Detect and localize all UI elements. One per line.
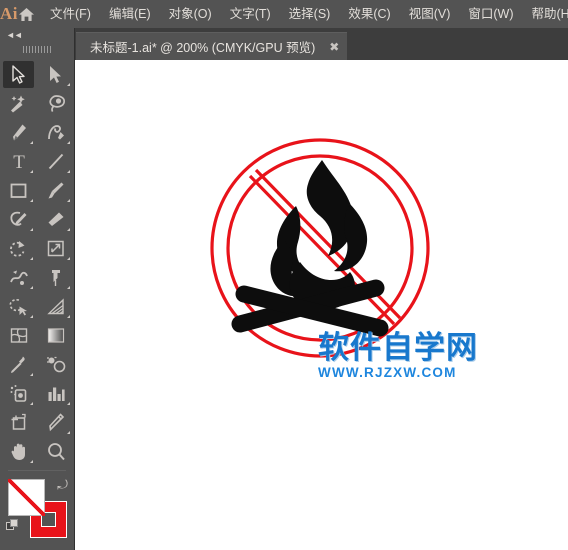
artboard-canvas[interactable]: 软件自学网 WWW.RJZXW.COM (76, 60, 568, 550)
slice-tool[interactable] (37, 408, 74, 437)
no-campfire-sign[interactable] (204, 128, 444, 378)
eyedropper-tool[interactable] (0, 350, 37, 379)
collapse-panel-icon[interactable]: ◄◄ (0, 28, 74, 42)
symbol-sprayer-tool[interactable] (0, 379, 37, 408)
gradient-tool[interactable] (37, 321, 74, 350)
eraser-tool[interactable] (37, 205, 74, 234)
blend-tool[interactable] (37, 350, 74, 379)
pen-tool[interactable] (0, 118, 37, 147)
panel-grip-handle[interactable] (0, 42, 74, 56)
shape-builder-tool[interactable] (0, 292, 37, 321)
shaper-tool[interactable] (0, 205, 37, 234)
swap-fill-stroke-icon[interactable]: ⤾ (57, 477, 68, 493)
svg-text:T: T (13, 152, 25, 171)
rotate-tool[interactable] (0, 234, 37, 263)
menu-select[interactable]: 选择(S) (280, 0, 340, 28)
artboard-tool[interactable] (0, 408, 37, 437)
menu-object[interactable]: 对象(O) (160, 0, 221, 28)
document-tab-bar: 未标题-1.ai* @ 200% (CMYK/GPU 预览) ✖ (0, 28, 568, 60)
menu-help[interactable]: 帮助(H (523, 0, 568, 28)
document-tab[interactable]: 未标题-1.ai* @ 200% (CMYK/GPU 预览) ✖ (76, 32, 348, 60)
tools-panel: ◄◄ T ⤾ (0, 28, 75, 550)
scale-tool[interactable] (37, 234, 74, 263)
home-icon[interactable] (18, 0, 35, 28)
type-tool[interactable]: T (0, 147, 37, 176)
line-segment-tool[interactable] (37, 147, 74, 176)
perspective-grid-tool[interactable] (37, 292, 74, 321)
paintbrush-tool[interactable] (37, 176, 74, 205)
menu-edit[interactable]: 编辑(E) (100, 0, 160, 28)
fill-stroke-swatches: ⤾ (0, 475, 74, 550)
width-tool[interactable] (0, 263, 37, 292)
menu-type[interactable]: 文字(T) (221, 0, 280, 28)
direct-selection-tool[interactable] (37, 60, 74, 89)
selection-tool[interactable] (0, 60, 37, 89)
rectangle-tool[interactable] (0, 176, 37, 205)
column-graph-tool[interactable] (37, 379, 74, 408)
mesh-tool[interactable] (0, 321, 37, 350)
default-fill-stroke-icon[interactable] (6, 519, 19, 532)
app-logo: Ai (0, 4, 18, 23)
menu-view[interactable]: 视图(V) (400, 0, 460, 28)
illustrator-window: Ai 文件(F) 编辑(E) 对象(O) 文字(T) 选择(S) 效果(C) 视… (0, 0, 568, 550)
curvature-tool[interactable] (37, 118, 74, 147)
document-tab-title: 未标题-1.ai* @ 200% (CMYK/GPU 预览) (90, 41, 316, 55)
close-icon[interactable]: ✖ (327, 40, 341, 54)
menu-file[interactable]: 文件(F) (41, 0, 100, 28)
magic-wand-tool[interactable] (0, 89, 37, 118)
tool-grid: T (0, 56, 74, 466)
zoom-tool[interactable] (37, 437, 74, 466)
menu-bar: Ai 文件(F) 编辑(E) 对象(O) 文字(T) 选择(S) 效果(C) 视… (0, 0, 568, 28)
toolbar-separator (8, 470, 66, 471)
lasso-tool[interactable] (37, 89, 74, 118)
menu-effect[interactable]: 效果(C) (339, 0, 399, 28)
hand-tool[interactable] (0, 437, 37, 466)
free-transform-tool[interactable] (37, 263, 74, 292)
fill-swatch[interactable] (8, 479, 45, 516)
menu-window[interactable]: 窗口(W) (459, 0, 522, 28)
